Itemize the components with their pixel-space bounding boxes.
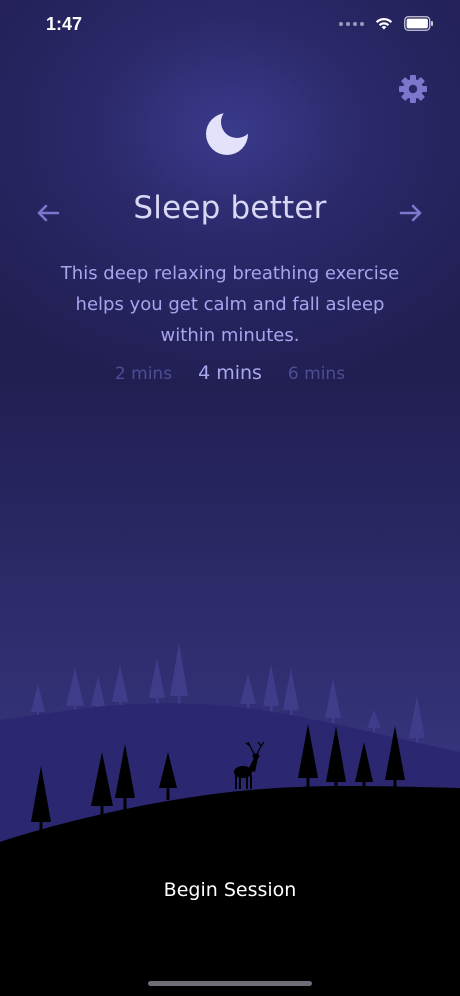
previous-exercise-button[interactable] xyxy=(33,198,63,228)
duration-option-4-selected[interactable]: 4 mins xyxy=(198,362,262,384)
status-time: 1:47 xyxy=(46,14,83,34)
duration-option-2[interactable]: 2 mins xyxy=(115,364,172,384)
arrow-right-icon xyxy=(399,204,422,222)
arrow-left-icon xyxy=(37,204,60,222)
duration-selector: 2 mins 4 mins 6 mins xyxy=(0,362,460,384)
settings-button[interactable] xyxy=(397,73,429,105)
home-indicator[interactable] xyxy=(148,981,312,986)
night-landscape-illustration xyxy=(0,643,460,996)
battery-icon xyxy=(404,16,433,31)
wifi-icon xyxy=(375,18,393,30)
duration-option-6[interactable]: 6 mins xyxy=(288,364,345,384)
status-bar: 1:47 xyxy=(0,0,460,50)
signal-dots-icon xyxy=(339,21,364,26)
status-icons xyxy=(339,16,434,31)
begin-session-button[interactable]: Begin Session xyxy=(130,872,330,908)
exercise-description: This deep relaxing breathing exercise he… xyxy=(60,263,400,346)
exercise-title: Sleep better xyxy=(133,190,327,226)
next-exercise-button[interactable] xyxy=(396,198,426,228)
gear-icon xyxy=(399,75,427,103)
moon-icon xyxy=(203,108,253,158)
